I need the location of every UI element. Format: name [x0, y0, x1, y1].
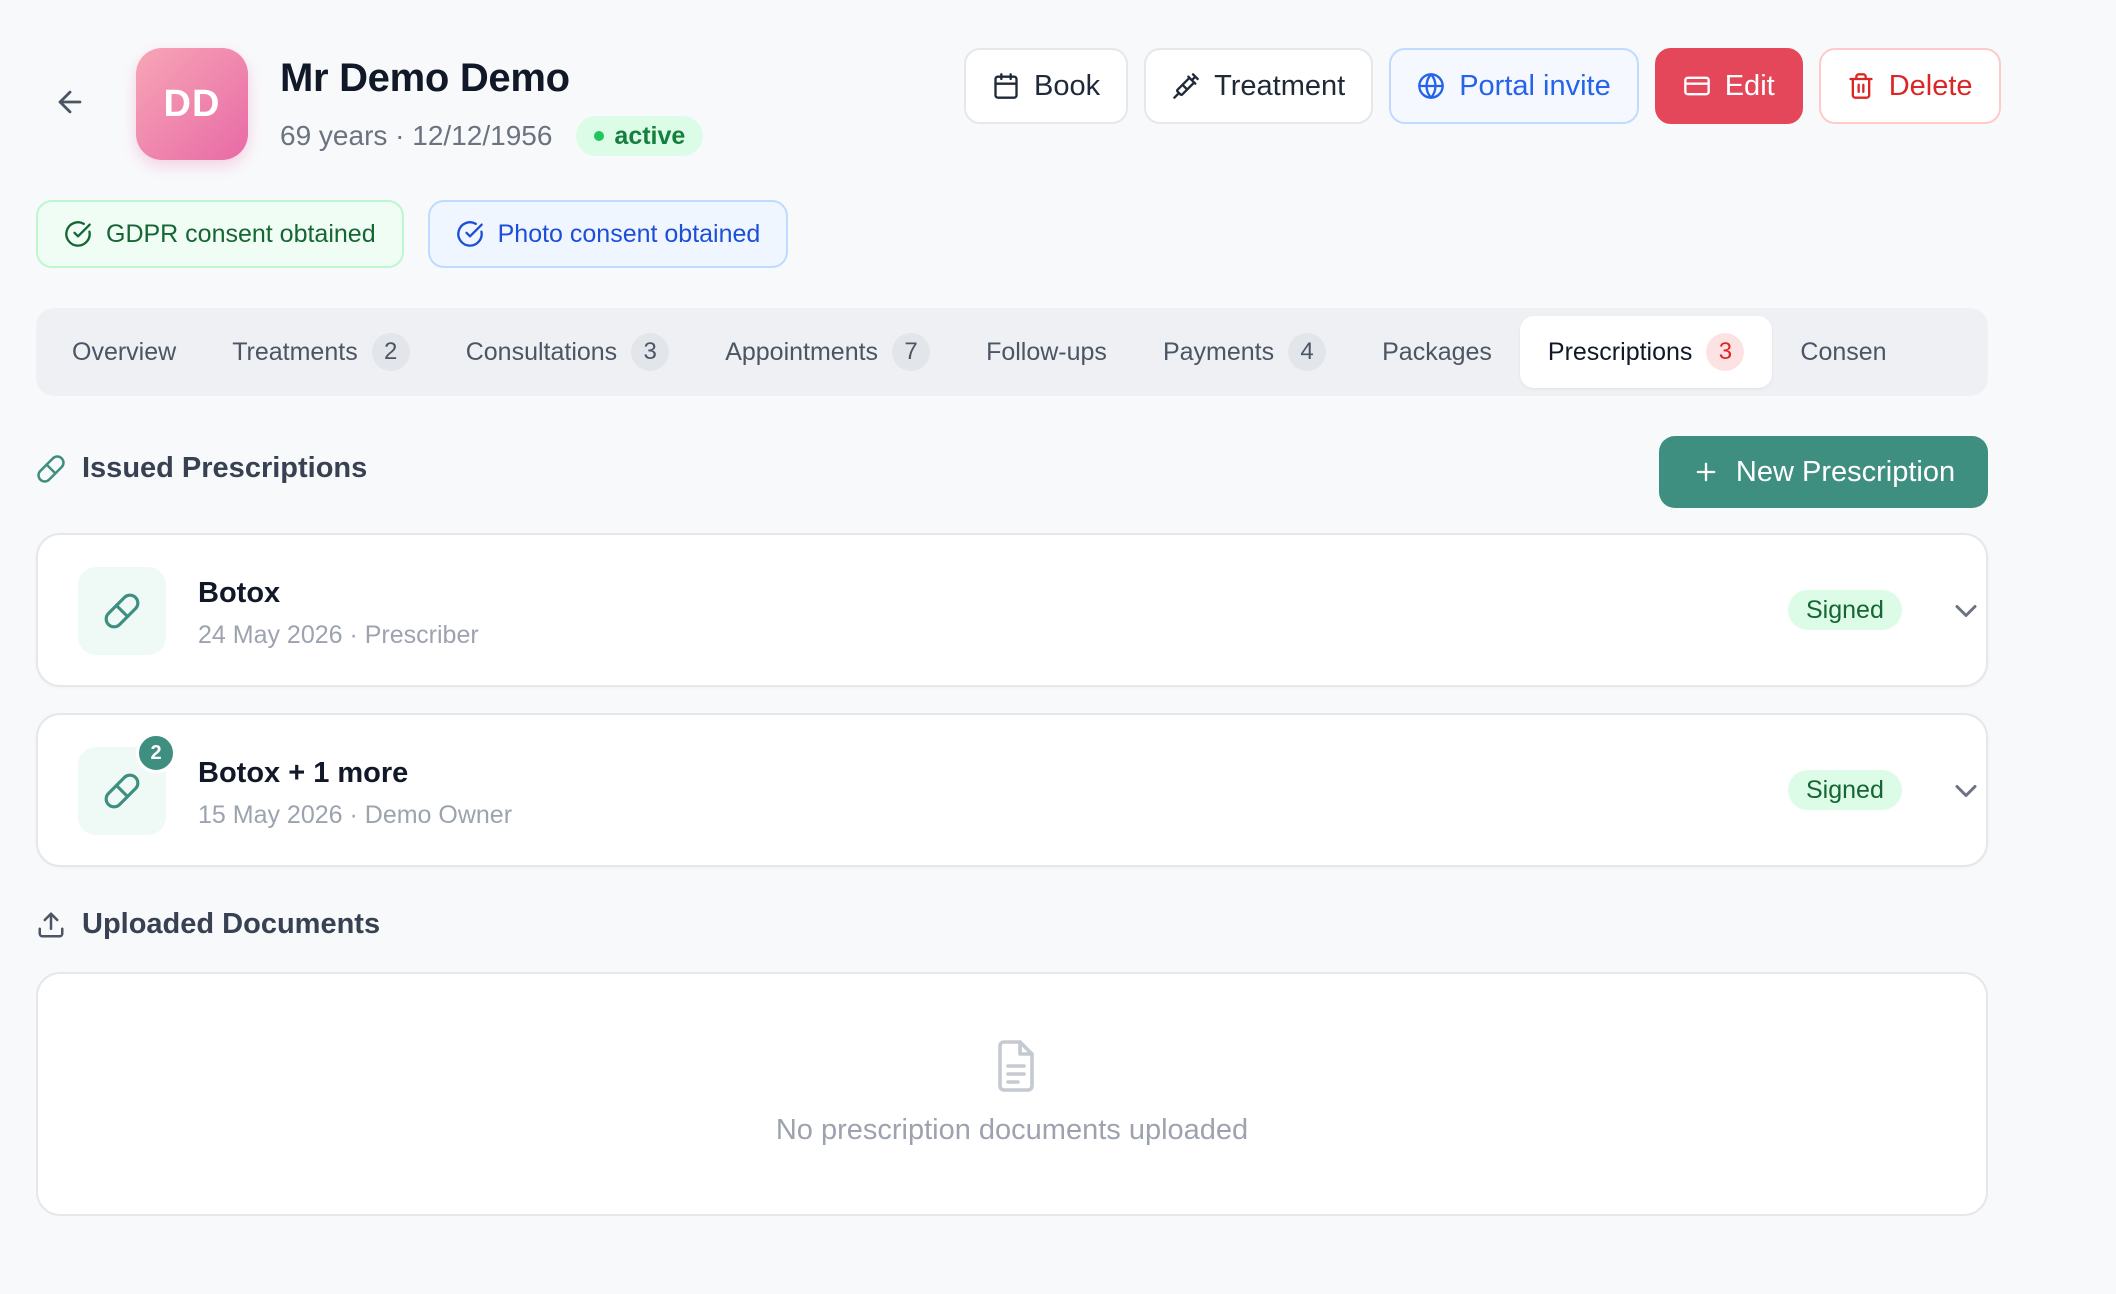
gdpr-consent-label: GDPR consent obtained [106, 219, 376, 248]
gdpr-consent-chip: GDPR consent obtained [36, 200, 404, 268]
status-label: active [614, 121, 686, 150]
tab-treatments[interactable]: Treatments 2 [204, 316, 438, 388]
tab-count-badge: 4 [1288, 333, 1327, 371]
chevron-down-icon [1955, 785, 1977, 797]
portal-invite-button[interactable]: Portal invite [1389, 48, 1639, 124]
tab-overview[interactable]: Overview [44, 316, 204, 388]
photo-consent-chip: Photo consent obtained [427, 200, 789, 268]
arrow-left-icon [58, 90, 82, 114]
empty-state-text: No prescription documents uploaded [775, 1114, 1249, 1146]
tab-count-badge: 3 [631, 333, 670, 371]
check-circle-icon [65, 221, 91, 247]
trash-icon [1849, 73, 1873, 99]
new-prescription-label: New Prescription [1735, 455, 1956, 488]
plus-icon [1696, 462, 1716, 482]
tab-prescriptions[interactable]: Prescriptions 3 [1519, 316, 1773, 388]
prescription-subtitle: 24 May 2026 · Prescriber [198, 621, 479, 649]
prescription-icon-tile [78, 567, 166, 655]
tab-count-badge: 3 [1706, 333, 1745, 371]
prescription-title: Botox + 1 more [198, 757, 409, 789]
tab-label: Packages [1382, 337, 1492, 366]
consent-chips: GDPR consent obtained Photo consent obta… [36, 200, 789, 268]
item-count-badge: 2 [136, 733, 176, 773]
tab-payments[interactable]: Payments 4 [1135, 316, 1354, 388]
syringe-icon [1173, 73, 1199, 99]
tab-label: Follow-ups [986, 337, 1107, 366]
tab-label: Consen [1800, 337, 1887, 366]
new-prescription-button[interactable]: New Prescription [1659, 436, 1988, 508]
globe-icon [1418, 73, 1445, 99]
tab-count-badge: 2 [371, 333, 410, 371]
tab-appointments[interactable]: Appointments 7 [697, 316, 958, 388]
tab-bar: Overview Treatments 2 Consultations 3 Ap… [36, 308, 1988, 396]
prescription-status-badge: Signed [1788, 590, 1902, 630]
tab-label: Consultations [465, 337, 618, 366]
prescription-subtitle: 15 May 2026 · Demo Owner [198, 801, 513, 829]
patient-name: Mr Demo Demo [280, 56, 570, 100]
expand-toggle[interactable] [1948, 593, 1984, 629]
treatment-button[interactable]: Treatment [1144, 48, 1374, 124]
avatar: DD [136, 48, 248, 160]
tab-consultations[interactable]: Consultations 3 [438, 316, 697, 388]
pill-icon [104, 593, 140, 629]
patient-meta: 69 years · 12/12/1956 active [280, 116, 704, 156]
portal-invite-label: Portal invite [1459, 69, 1611, 102]
patient-age-dob: 69 years · 12/12/1956 [280, 120, 553, 151]
tab-label: Prescriptions [1547, 337, 1693, 366]
pill-icon [37, 454, 65, 483]
back-button[interactable] [44, 82, 96, 122]
tab-consents[interactable]: Consen [1772, 316, 1914, 388]
edit-label: Edit [1724, 69, 1775, 102]
header-actions: Book Treatment Portal invite Edit Delete [964, 48, 2001, 124]
file-icon [998, 1040, 1034, 1092]
upload-icon [38, 912, 64, 937]
tab-packages[interactable]: Packages [1354, 316, 1520, 388]
calendar-icon [994, 73, 1018, 99]
tab-label: Appointments [725, 337, 879, 366]
status-badge: active [576, 116, 704, 156]
issued-prescriptions-title: Issued Prescriptions [36, 452, 367, 485]
delete-button[interactable]: Delete [1818, 48, 2001, 124]
chevron-down-icon [1955, 605, 1977, 617]
prescription-status-badge: Signed [1788, 770, 1902, 810]
section-title-label: Uploaded Documents [82, 908, 381, 940]
tab-label: Treatments [232, 337, 358, 366]
status-dot-icon [594, 131, 605, 141]
uploaded-documents-title: Uploaded Documents [36, 908, 380, 941]
check-circle-icon [456, 221, 483, 247]
prescription-card[interactable]: 2 Botox + 1 more 15 May 2026 · Demo Owne… [36, 713, 1988, 867]
section-title-label: Issued Prescriptions [82, 452, 368, 484]
pill-icon [104, 773, 140, 809]
treatment-label: Treatment [1214, 69, 1346, 102]
photo-consent-label: Photo consent obtained [497, 219, 761, 248]
documents-panel: No prescription documents uploaded [36, 972, 1988, 1216]
edit-button[interactable]: Edit [1654, 48, 1803, 124]
delete-label: Delete [1888, 69, 1973, 102]
prescription-card[interactable]: Botox 24 May 2026 · Prescriber Signed [36, 533, 1988, 687]
expand-toggle[interactable] [1948, 773, 1984, 809]
tab-follow-ups[interactable]: Follow-ups [958, 316, 1135, 388]
tab-count-badge: 7 [892, 333, 931, 371]
book-button[interactable]: Book [964, 48, 1129, 124]
tab-label: Payments [1162, 337, 1275, 366]
card-icon [1683, 76, 1710, 96]
book-label: Book [1034, 69, 1101, 102]
prescription-title: Botox [198, 577, 281, 609]
tab-label: Overview [72, 337, 177, 366]
